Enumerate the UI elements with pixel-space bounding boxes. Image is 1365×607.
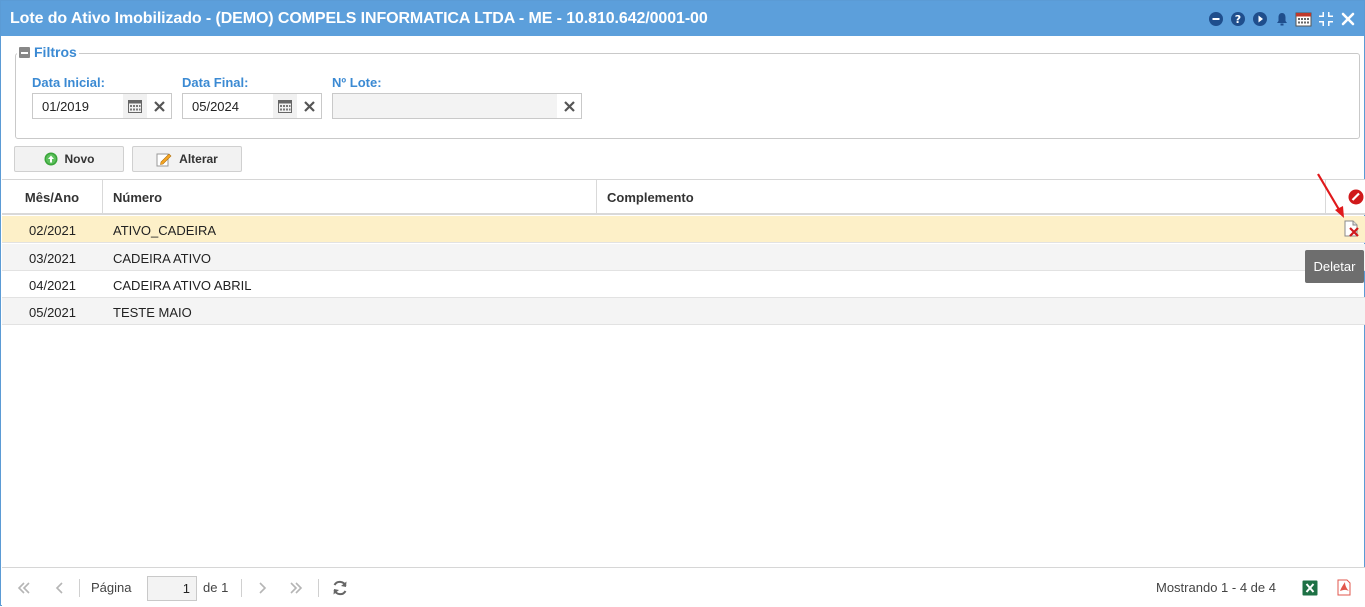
cell-mes-ano: 04/2021: [29, 278, 76, 293]
grid-header: Mês/Ano Número Complemento: [2, 179, 1365, 215]
novo-button-label: Novo: [64, 152, 95, 166]
svg-text:?: ?: [1234, 13, 1240, 26]
excel-export-icon[interactable]: [1302, 568, 1318, 607]
window-title: Lote do Ativo Imobilizado - (DEMO) COMPE…: [10, 9, 708, 27]
pager-bar: Página de 1 Mostrando 1 - 4 de 4: [2, 567, 1365, 606]
page-label: Página: [91, 580, 132, 595]
cell-mes-ano: 03/2021: [29, 251, 76, 266]
table-row[interactable]: 05/2021 TESTE MAIO: [2, 298, 1365, 325]
calendar-icon[interactable]: [1295, 11, 1312, 28]
column-mes-ano[interactable]: Mês/Ano: [2, 180, 103, 214]
pager-separator: [79, 579, 80, 597]
pdf-export-icon[interactable]: [1336, 568, 1352, 607]
table-row[interactable]: 02/2021 ATIVO_CADEIRA: [2, 216, 1365, 243]
bell-icon[interactable]: [1273, 11, 1290, 28]
clear-icon[interactable]: [557, 94, 581, 118]
cell-numero: CADEIRA ATIVO ABRIL: [113, 278, 252, 293]
data-final-value[interactable]: 05/2024: [183, 99, 273, 114]
edit-icon: [156, 153, 172, 167]
lote-field[interactable]: [332, 93, 582, 119]
column-complemento-label: Complemento: [607, 189, 694, 205]
play-icon[interactable]: [1251, 11, 1268, 28]
title-bar: Lote do Ativo Imobilizado - (DEMO) COMPE…: [1, 1, 1364, 36]
clear-icon[interactable]: [297, 94, 321, 118]
filters-legend[interactable]: Filtros: [17, 44, 79, 60]
page-count-label: de 1: [203, 580, 229, 595]
delete-tooltip: Deletar: [1305, 250, 1364, 283]
lote-label: Nº Lote:: [332, 75, 382, 90]
collapse-icon[interactable]: [19, 46, 30, 58]
alterar-button[interactable]: Alterar: [132, 146, 242, 172]
column-complemento[interactable]: Complemento: [597, 180, 1326, 214]
calendar-picker-icon[interactable]: [123, 94, 147, 118]
delete-row-icon[interactable]: [1343, 220, 1360, 240]
annotation-arrow: [1317, 173, 1344, 218]
cell-numero: ATIVO_CADEIRA: [113, 223, 217, 238]
clear-icon[interactable]: [147, 94, 171, 118]
close-icon[interactable]: [1339, 11, 1356, 28]
main-window: Lote do Ativo Imobilizado - (DEMO) COMPE…: [0, 0, 1365, 606]
data-inicial-field[interactable]: 01/2019: [32, 93, 172, 119]
cell-numero: TESTE MAIO: [113, 305, 192, 320]
minimize-circle-icon[interactable]: [1207, 11, 1224, 28]
help-icon[interactable]: ?: [1229, 11, 1246, 28]
first-page-icon[interactable]: [16, 568, 32, 607]
data-inicial-value[interactable]: 01/2019: [33, 99, 123, 114]
cell-mes-ano: 02/2021: [29, 223, 76, 238]
next-page-icon[interactable]: [256, 568, 270, 607]
cell-numero: CADEIRA ATIVO: [113, 251, 212, 266]
calendar-picker-icon[interactable]: [273, 94, 297, 118]
refresh-icon[interactable]: [331, 568, 349, 607]
data-final-field[interactable]: 05/2024: [182, 93, 322, 119]
last-page-icon[interactable]: [288, 568, 304, 607]
pager-separator: [241, 579, 242, 597]
compress-icon[interactable]: [1317, 11, 1334, 28]
pager-separator: [318, 579, 319, 597]
prev-page-icon[interactable]: [52, 568, 66, 607]
column-numero-label: Número: [113, 189, 163, 205]
table-row[interactable]: 04/2021 CADEIRA ATIVO ABRIL: [2, 271, 1365, 298]
pager-status: Mostrando 1 - 4 de 4: [1156, 580, 1276, 595]
data-inicial-label: Data Inicial:: [32, 75, 105, 90]
column-numero[interactable]: Número: [103, 180, 597, 214]
add-icon: [44, 152, 57, 166]
page-number-input[interactable]: [147, 576, 197, 601]
title-bar-icons: ?: [1207, 10, 1356, 28]
delete-tooltip-text: Deletar: [1313, 259, 1356, 274]
data-final-label: Data Final:: [182, 75, 249, 90]
alterar-button-label: Alterar: [179, 152, 218, 166]
cell-mes-ano: 05/2021: [29, 305, 76, 320]
table-row[interactable]: 03/2021 CADEIRA ATIVO: [2, 244, 1365, 271]
novo-button[interactable]: Novo: [14, 146, 124, 172]
filters-legend-label: Filtros: [34, 44, 77, 60]
column-mes-ano-label: Mês/Ano: [24, 189, 80, 205]
